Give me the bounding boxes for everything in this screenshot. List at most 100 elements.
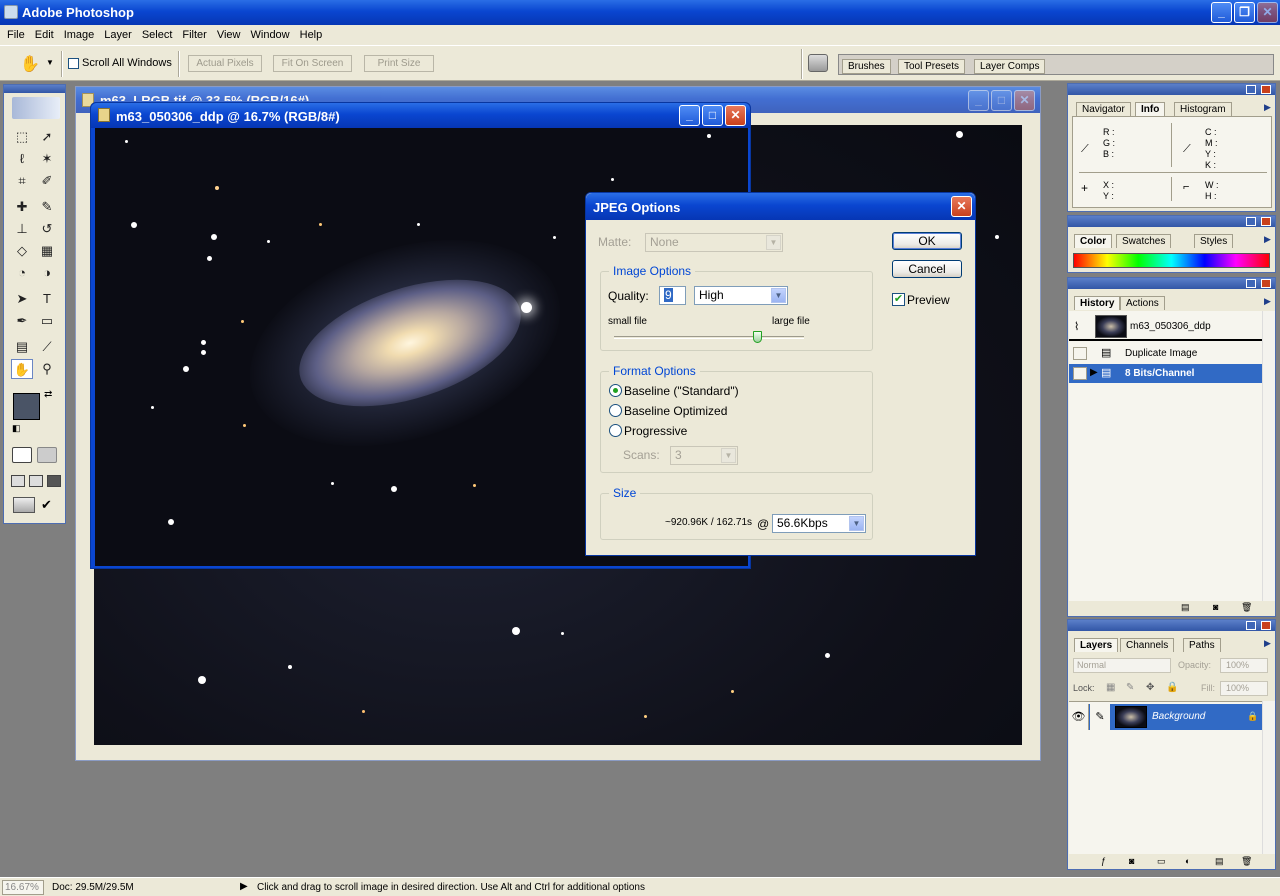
quick-mask-mode-icon[interactable] — [37, 447, 57, 463]
clone-stamp-tool-icon[interactable]: ⊥ — [11, 219, 33, 239]
panel-close-icon[interactable] — [1261, 217, 1271, 226]
tab-color[interactable]: Color — [1074, 234, 1113, 248]
scans-select[interactable]: 3 ▼ — [670, 446, 738, 465]
menu-edit[interactable]: Edit — [30, 25, 59, 45]
screen-mode-full-icon[interactable] — [47, 475, 61, 487]
eraser-tool-icon[interactable]: ◇ — [11, 241, 33, 261]
path-selection-tool-icon[interactable]: ➤ — [11, 289, 33, 309]
lock-pixels-icon[interactable]: ✎ — [1126, 682, 1134, 693]
panel-menu-icon[interactable]: ▶ — [1264, 296, 1271, 307]
baseline-standard-label[interactable]: Baseline ("Standard") — [624, 384, 739, 398]
lasso-tool-icon[interactable]: ℓ — [11, 149, 33, 169]
panel-close-icon[interactable] — [1261, 621, 1271, 630]
quality-input[interactable]: 9 — [659, 286, 686, 305]
quality-slider-track[interactable] — [614, 331, 804, 343]
history-brush-source-icon[interactable]: ⌇ — [1074, 320, 1079, 333]
doc-size[interactable]: Doc: 29.5M/29.5M — [52, 882, 134, 893]
panel-menu-icon[interactable]: ▶ — [1264, 234, 1271, 245]
blend-mode-select[interactable]: Normal — [1073, 658, 1171, 673]
scroll-all-windows-checkbox[interactable] — [68, 58, 79, 69]
layers-scrollbar[interactable] — [1262, 701, 1275, 854]
new-layer-icon[interactable]: ▤ — [1215, 856, 1224, 867]
preview-checkbox[interactable]: ✔ — [892, 293, 905, 306]
cancel-button[interactable]: Cancel — [892, 260, 962, 278]
panel-menu-icon[interactable]: ▶ — [1264, 638, 1271, 649]
well-tab-layer-comps[interactable]: Layer Comps — [974, 59, 1046, 74]
adjustment-layer-icon[interactable]: ◐ — [1185, 856, 1190, 866]
back-close-button[interactable]: ✕ — [1014, 90, 1035, 111]
well-tab-tool-presets[interactable]: Tool Presets — [898, 59, 966, 74]
new-document-from-state-icon[interactable]: ▤ — [1181, 602, 1190, 613]
panel-minimize-icon[interactable] — [1246, 621, 1256, 630]
color-spectrum-bar[interactable] — [1073, 253, 1270, 268]
tab-channels[interactable]: Channels — [1120, 638, 1175, 652]
panel-minimize-icon[interactable] — [1246, 217, 1256, 226]
notes-tool-icon[interactable]: ▤ — [11, 337, 33, 357]
front-minimize-button[interactable]: _ — [679, 105, 700, 126]
history-brush-tool-icon[interactable]: ↺ — [36, 219, 58, 239]
trash-icon[interactable]: 🗑 — [1241, 856, 1252, 867]
tab-actions[interactable]: Actions — [1120, 296, 1165, 310]
panel-minimize-icon[interactable] — [1246, 85, 1256, 94]
zoom-field[interactable]: 16.67% — [2, 880, 44, 895]
shape-tool-icon[interactable]: ▭ — [36, 311, 58, 331]
back-maximize-button[interactable]: □ — [991, 90, 1012, 111]
eyedropper-tool-icon[interactable]: ⟋ — [36, 337, 58, 357]
swap-colors-icon[interactable]: ⇄ — [44, 389, 52, 400]
checkmark-icon[interactable]: ✔ — [41, 497, 52, 513]
menu-layer[interactable]: Layer — [99, 25, 137, 45]
opacity-field[interactable]: 100% — [1220, 658, 1268, 673]
history-step[interactable]: ▤ Duplicate Image — [1069, 344, 1262, 363]
menu-select[interactable]: Select — [137, 25, 178, 45]
jump-to-imageready-icon[interactable] — [13, 497, 35, 513]
file-browser-icon[interactable] — [808, 54, 828, 72]
blur-tool-icon[interactable]: ◔ — [11, 263, 33, 283]
tool-preset-dropdown-icon[interactable]: ▼ — [46, 58, 54, 67]
dodge-tool-icon[interactable]: ◑ — [36, 263, 58, 283]
screen-mode-standard-icon[interactable] — [11, 475, 25, 487]
well-tab-brushes[interactable]: Brushes — [842, 59, 891, 74]
tab-paths[interactable]: Paths — [1183, 638, 1221, 652]
progressive-label[interactable]: Progressive — [624, 424, 687, 438]
lock-position-icon[interactable]: ✥ — [1146, 682, 1154, 693]
tab-history[interactable]: History — [1074, 296, 1121, 310]
menu-filter[interactable]: Filter — [177, 25, 211, 45]
marquee-tool-icon[interactable]: ⬚ — [11, 127, 33, 147]
foreground-color-swatch[interactable] — [13, 393, 40, 420]
lock-transparency-icon[interactable]: ▦ — [1106, 682, 1115, 693]
pen-tool-icon[interactable]: ✒ — [11, 311, 33, 331]
dialog-close-button[interactable]: ✕ — [951, 196, 972, 217]
baseline-optimized-label[interactable]: Baseline Optimized — [624, 404, 727, 418]
panel-close-icon[interactable] — [1261, 85, 1271, 94]
tab-styles[interactable]: Styles — [1194, 234, 1234, 248]
eye-icon[interactable]: 👁 — [1069, 704, 1089, 730]
menu-image[interactable]: Image — [59, 25, 100, 45]
new-group-icon[interactable]: ▭ — [1157, 856, 1166, 867]
new-snapshot-icon[interactable]: ◙ — [1213, 602, 1218, 612]
back-minimize-button[interactable]: _ — [968, 90, 989, 111]
preview-label[interactable]: Preview — [907, 293, 950, 307]
gradient-tool-icon[interactable]: ▦ — [36, 241, 58, 261]
tab-histogram[interactable]: Histogram — [1174, 102, 1232, 116]
hand-tool-selected-icon[interactable]: ✋ — [11, 359, 33, 379]
lock-all-icon[interactable]: 🔒 — [1166, 682, 1178, 693]
tab-navigator[interactable]: Navigator — [1076, 102, 1131, 116]
front-close-button[interactable]: ✕ — [725, 105, 746, 126]
baseline-standard-radio[interactable] — [609, 384, 622, 397]
history-snapshot[interactable]: ⌇ m63_050306_ddp — [1069, 313, 1262, 341]
healing-brush-tool-icon[interactable]: ✚ — [11, 197, 33, 217]
menu-view[interactable]: View — [212, 25, 246, 45]
layer-style-icon[interactable]: ƒ — [1101, 856, 1106, 866]
move-tool-icon[interactable]: ➚ — [36, 127, 58, 147]
layer-row-background[interactable]: 👁 ✎ Background 🔒 — [1069, 704, 1262, 730]
ok-button[interactable]: OK — [892, 232, 962, 250]
hand-tool-icon[interactable]: ✋ — [20, 54, 40, 74]
panel-close-icon[interactable] — [1261, 279, 1271, 288]
progressive-radio[interactable] — [609, 424, 622, 437]
magic-wand-tool-icon[interactable]: ✶ — [36, 149, 58, 169]
close-button[interactable]: ✕ — [1257, 2, 1278, 23]
panel-minimize-icon[interactable] — [1246, 279, 1256, 288]
quality-preset-select[interactable]: High ▼ — [694, 286, 788, 305]
brush-link-icon[interactable]: ✎ — [1090, 704, 1110, 730]
type-tool-icon[interactable]: T — [36, 289, 58, 309]
